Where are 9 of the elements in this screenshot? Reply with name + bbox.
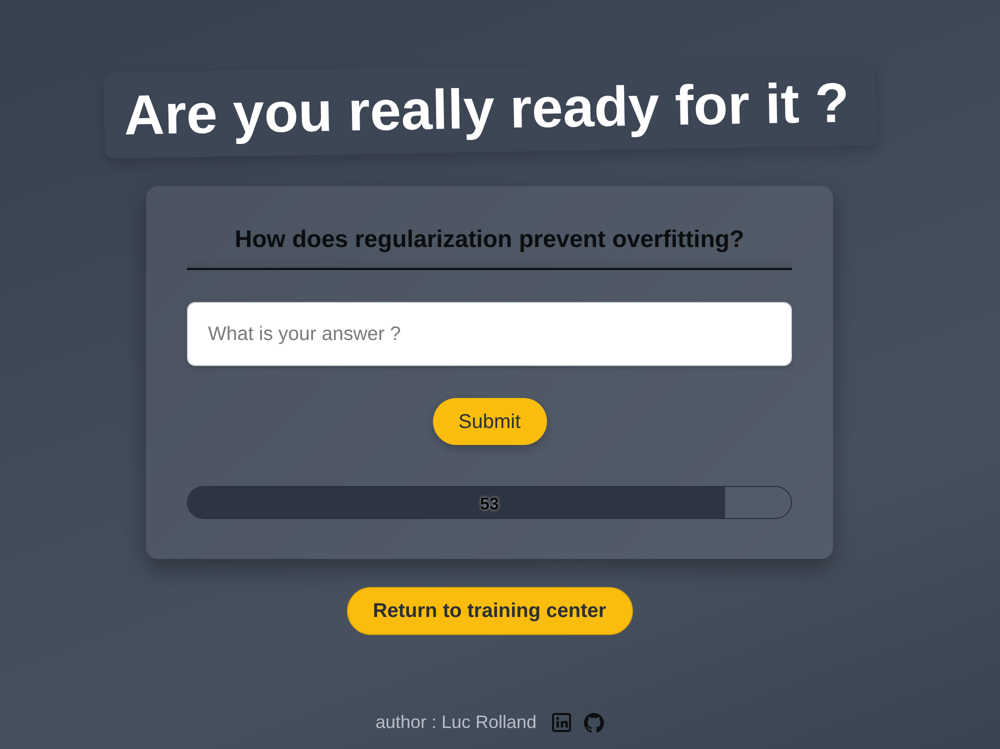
linkedin-icon[interactable] [552,713,571,732]
submit-button[interactable]: Submit [432,398,546,445]
page-title: Are you really ready for it ? [102,59,876,159]
answer-field[interactable]: What is your answer ? [187,302,792,366]
question-text: How does regularization prevent overfitting? [187,214,792,270]
return-button[interactable]: Return to training center [346,587,632,635]
github-icon[interactable] [584,712,604,732]
author-text: author : Luc Rolland [375,711,537,734]
progress-label: 53 [480,493,499,516]
